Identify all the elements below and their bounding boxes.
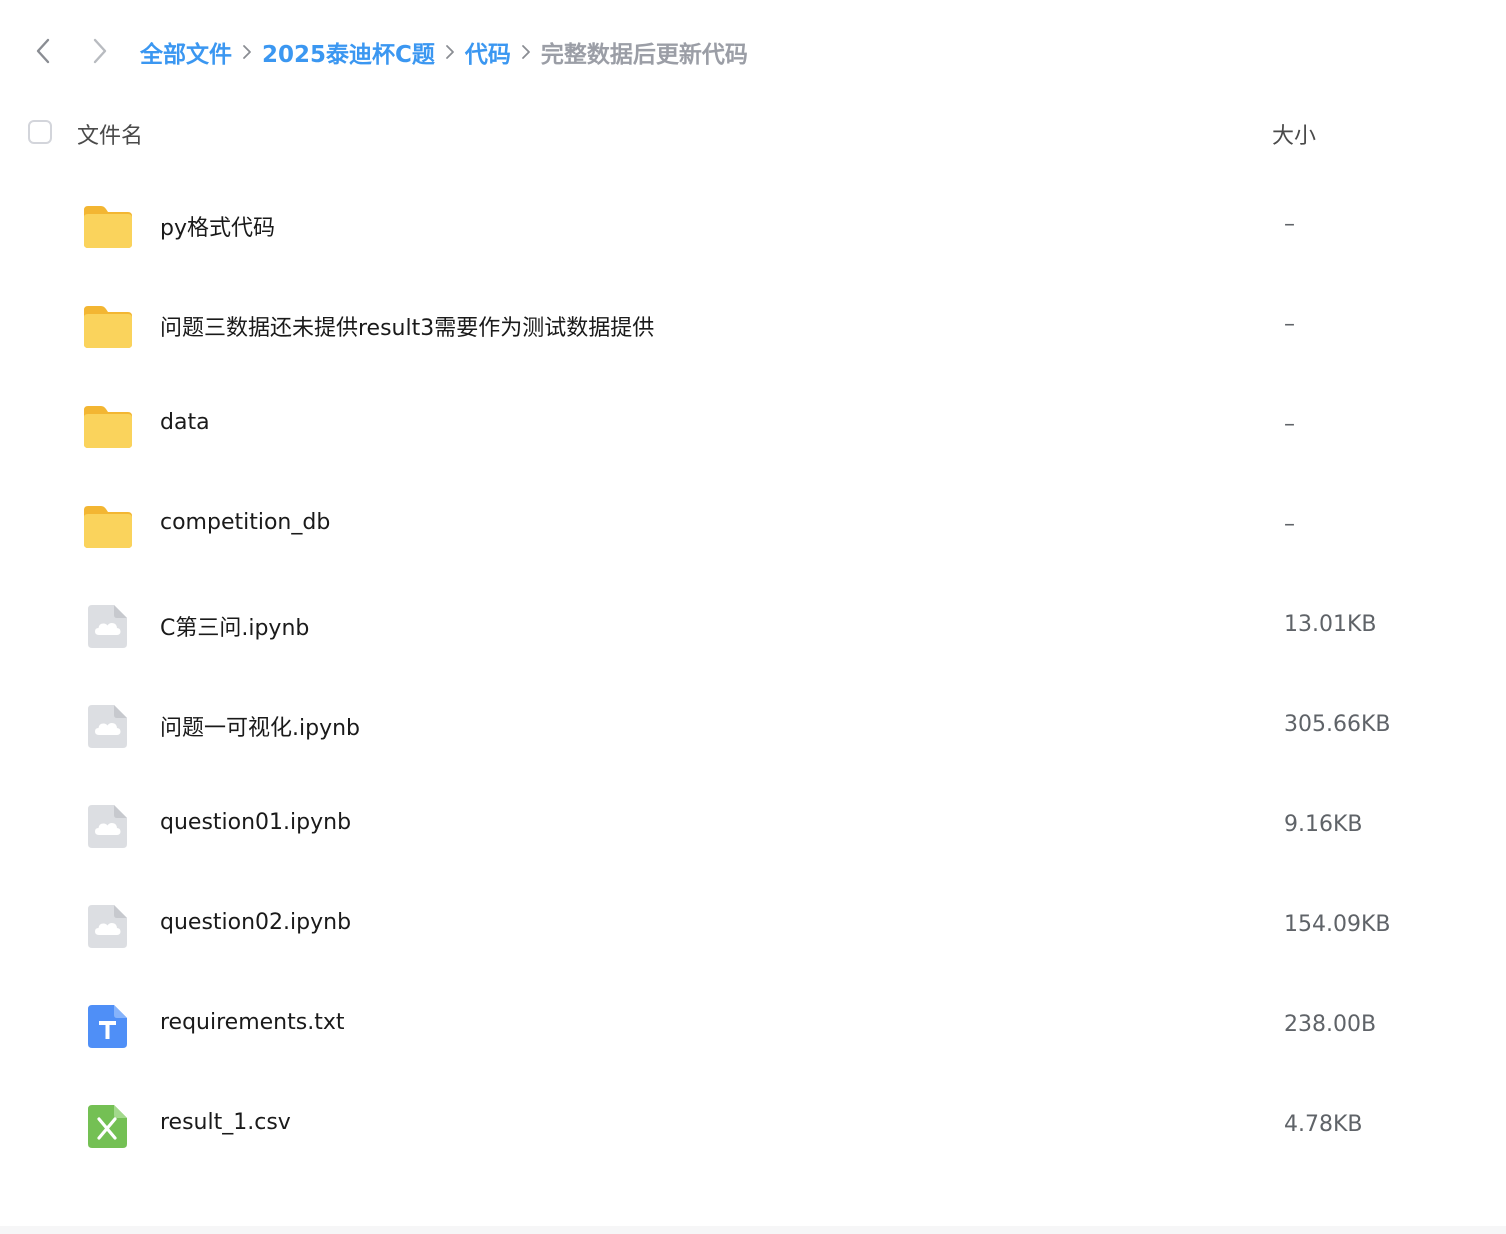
- file-name[interactable]: 问题一可视化.ipynb: [160, 710, 360, 742]
- breadcrumb-item-current: 完整数据后更新代码: [540, 42, 748, 68]
- file-row[interactable]: C第三问.ipynb 13.01KB: [0, 576, 1506, 676]
- breadcrumb-item-code[interactable]: 代码: [465, 35, 511, 69]
- chevron-left-icon: [36, 38, 50, 64]
- file-name[interactable]: competition_db: [160, 510, 330, 535]
- file-browser: 全部文件 2025泰迪杯C题 代码 完整数据后更新代码 文件名 大小 py格式代…: [0, 0, 1506, 1234]
- folder-icon: [82, 302, 134, 350]
- folder-icon: [82, 202, 134, 250]
- file-name[interactable]: py格式代码: [160, 210, 275, 242]
- text-file-icon: [82, 1002, 134, 1050]
- file-row[interactable]: competition_db –: [0, 476, 1506, 576]
- file-name[interactable]: requirements.txt: [160, 1010, 344, 1035]
- chevron-right-icon: [93, 38, 107, 64]
- breadcrumb-separator-icon: [232, 34, 262, 70]
- divider: [0, 1226, 1506, 1234]
- file-name[interactable]: 问题三数据还未提供result3需要作为测试数据提供: [160, 310, 654, 342]
- column-header-size[interactable]: 大小: [1272, 118, 1316, 150]
- file-size: –: [1284, 512, 1295, 537]
- file-name[interactable]: data: [160, 410, 210, 435]
- file-row[interactable]: requirements.txt 238.00B: [0, 976, 1506, 1076]
- breadcrumb-separator-icon: [435, 34, 465, 70]
- file-row[interactable]: question02.ipynb 154.09KB: [0, 876, 1506, 976]
- cloud-file-icon: [82, 902, 134, 950]
- folder-icon: [82, 502, 134, 550]
- toolbar: 全部文件 2025泰迪杯C题 代码 完整数据后更新代码: [0, 0, 1506, 104]
- file-name[interactable]: question01.ipynb: [160, 810, 351, 835]
- file-size: 238.00B: [1284, 1012, 1377, 1037]
- file-row[interactable]: result_1.csv 4.78KB: [0, 1076, 1506, 1176]
- cloud-file-icon: [82, 802, 134, 850]
- file-row[interactable]: py格式代码 –: [0, 176, 1506, 276]
- breadcrumb-item-root[interactable]: 全部文件: [140, 35, 232, 69]
- file-size: –: [1284, 412, 1295, 437]
- file-row[interactable]: data –: [0, 376, 1506, 476]
- breadcrumb-separator-icon: [511, 34, 541, 70]
- file-name[interactable]: C第三问.ipynb: [160, 610, 309, 642]
- file-row[interactable]: question01.ipynb 9.16KB: [0, 776, 1506, 876]
- cloud-file-icon: [82, 702, 134, 750]
- file-size: 154.09KB: [1284, 912, 1391, 937]
- breadcrumb-item-project[interactable]: 2025泰迪杯C题: [262, 35, 435, 69]
- file-size: 13.01KB: [1284, 612, 1377, 637]
- spreadsheet-file-icon: [82, 1102, 134, 1150]
- file-size: –: [1284, 212, 1295, 237]
- column-header-name[interactable]: 文件名: [77, 118, 143, 150]
- forward-button[interactable]: [85, 36, 115, 66]
- file-size: 4.78KB: [1284, 1112, 1363, 1137]
- breadcrumb: 全部文件 2025泰迪杯C题 代码 完整数据后更新代码: [140, 34, 748, 70]
- file-list-header: 文件名 大小: [0, 104, 1506, 164]
- file-size: –: [1284, 312, 1295, 337]
- file-list: py格式代码 – 问题三数据还未提供result3需要作为测试数据提供 – data – c…: [0, 176, 1506, 1176]
- back-button[interactable]: [28, 36, 58, 66]
- folder-icon: [82, 402, 134, 450]
- file-row[interactable]: 问题三数据还未提供result3需要作为测试数据提供 –: [0, 276, 1506, 376]
- file-row[interactable]: 问题一可视化.ipynb 305.66KB: [0, 676, 1506, 776]
- file-name[interactable]: question02.ipynb: [160, 910, 351, 935]
- file-name[interactable]: result_1.csv: [160, 1110, 291, 1135]
- cloud-file-icon: [82, 602, 134, 650]
- select-all-checkbox[interactable]: [28, 120, 52, 144]
- file-size: 9.16KB: [1284, 812, 1363, 837]
- file-size: 305.66KB: [1284, 712, 1391, 737]
